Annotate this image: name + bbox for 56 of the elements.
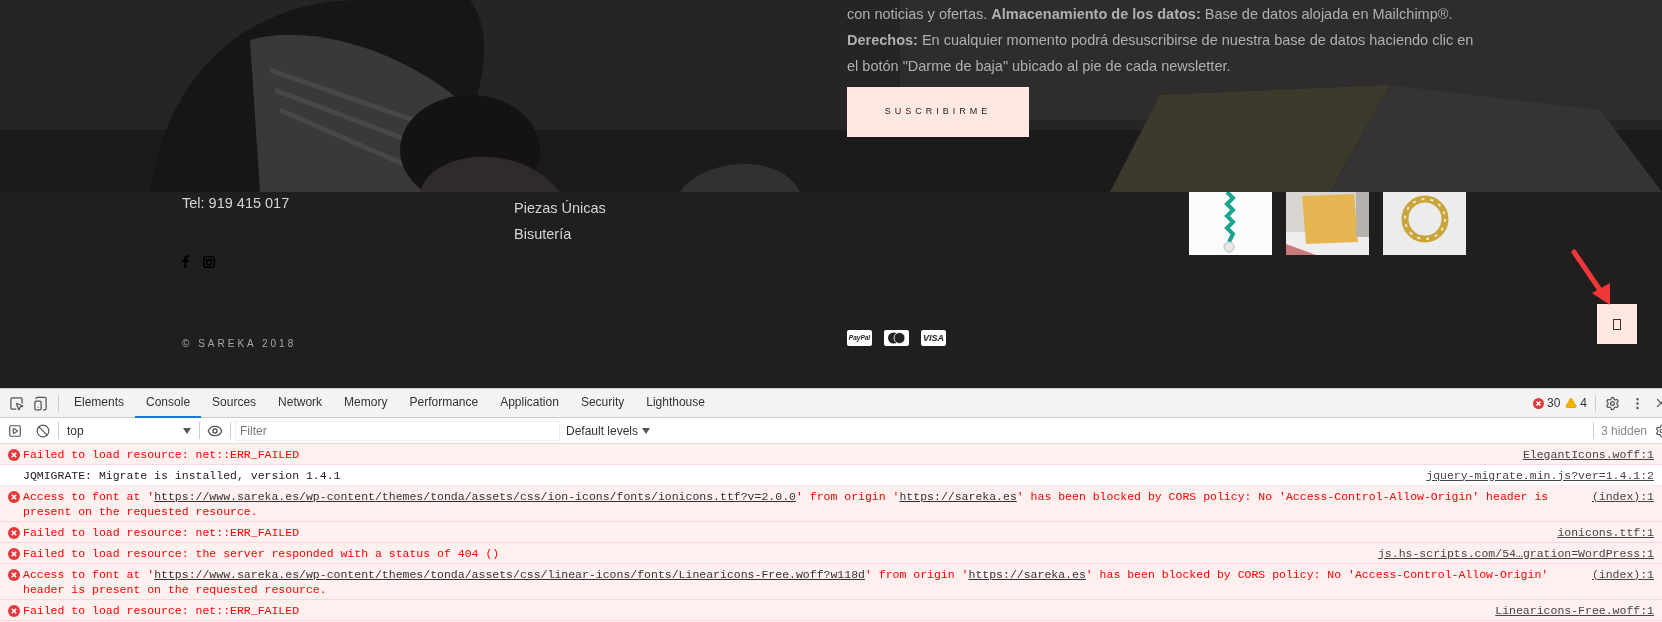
missing-glyph-icon	[1613, 318, 1621, 330]
devtools-tab[interactable]: Elements	[63, 389, 136, 418]
devtools-tab[interactable]: Network	[267, 389, 334, 418]
device-toolbar-icon[interactable]	[33, 395, 48, 411]
phone-number: Tel: 919 415 017	[182, 194, 290, 213]
source-link[interactable]: Linearicons-Free.woff:1	[1475, 602, 1654, 618]
warning-icon	[1565, 397, 1578, 409]
console-message: Failed to load resource: net::ERR_FAILED	[23, 524, 301, 540]
error-icon	[8, 547, 20, 560]
settings-icon[interactable]	[1605, 395, 1620, 411]
footer-link[interactable]: Piezas Únicas	[514, 195, 606, 221]
warning-count: 4	[1580, 395, 1587, 412]
error-icon	[8, 526, 20, 539]
console-message: Access to font at 'https://www.sareka.es/wp-content/themes/tonda/assets/css/linear-icons/fonts/Linearicons-Free.woff?w118d' from origin 'https://sareka.es' has been blocked by CORS policy: No 'Access-Control-Allow-Origin' header is present on the requested resource.	[23, 566, 1550, 597]
scroll-top-button[interactable]	[1597, 304, 1637, 344]
devtools-tab[interactable]: Security	[569, 389, 636, 418]
error-count: 30	[1546, 395, 1561, 412]
inspect-icon[interactable]	[9, 395, 24, 411]
footer-link[interactable]: Bisutería	[514, 221, 572, 247]
message-link[interactable]: https://www.sareka.es/wp-content/themes/tonda/assets/css/linear-icons/fonts/Linearicons-Free.woff?w118d	[154, 567, 865, 581]
filter-field[interactable]: Filter	[235, 420, 560, 441]
devtools-tab[interactable]: Lighthouse	[635, 389, 716, 418]
console-message: Failed to load resource: net::ERR_FAILED	[23, 602, 301, 618]
message-link[interactable]: https://sareka.es	[968, 567, 1086, 581]
message-link[interactable]: https://www.sareka.es/wp-content/themes/tonda/assets/css/ion-icons/fonts/ionicons.ttf?v=2.0.0	[154, 489, 796, 503]
visa-logo: VISA	[921, 330, 946, 346]
devtools-tab[interactable]: Application	[489, 389, 570, 418]
devtools-tab[interactable]: Console	[135, 389, 202, 418]
message-link[interactable]: https://sareka.es	[899, 489, 1017, 503]
hidden-count: 3 hidden	[1600, 422, 1647, 440]
source-link[interactable]: jquery-migrate.min.js?ver=1.4.1:2	[1406, 467, 1654, 483]
console-message: Failed to load resource: the server responded with a status of 404 ()	[23, 545, 501, 561]
source-link[interactable]: ElegantIcons.woff:1	[1502, 446, 1654, 462]
source-link[interactable]: (index):1	[1571, 566, 1654, 582]
log-levels-dropdown[interactable]: Default levels	[566, 420, 651, 441]
devtools-tab[interactable]: Memory	[333, 389, 399, 418]
source-link[interactable]: js.hs-scripts.com/54…gration=WordPress:1	[1357, 545, 1654, 561]
error-icon	[1532, 397, 1544, 409]
devtools-tab[interactable]: Sources	[201, 389, 268, 418]
error-icon	[8, 604, 20, 617]
clear-console-icon[interactable]	[36, 423, 50, 438]
sidebar-toggle-icon[interactable]	[8, 423, 22, 438]
console-message: JQMIGRATE: Migrate is installed, version 1.4.1	[23, 467, 342, 483]
console-message: Access to font at 'https://www.sareka.es/wp-content/themes/tonda/assets/css/ion-icons/fonts/ionicons.ttf?v=2.0.0' from origin 'https://sareka.es' has been blocked by CORS policy: No 'Access-Control-Allow-Origin' header is present on the requested resource.	[23, 488, 1550, 519]
source-link[interactable]: ionicons.ttf:1	[1537, 524, 1654, 540]
caret-icon	[183, 427, 191, 434]
devtools-tab[interactable]: Performance	[398, 389, 490, 418]
context-select[interactable]: top	[64, 420, 194, 441]
console-message: Failed to load resource: net::ERR_FAILED	[23, 446, 301, 462]
mastercard-logo	[884, 330, 909, 346]
error-icon	[8, 490, 20, 503]
copyright-text: © SAREKA 2018	[182, 337, 297, 351]
caret-icon	[642, 427, 651, 434]
source-link[interactable]: (index):1	[1571, 488, 1654, 504]
error-icon	[8, 448, 20, 461]
error-icon	[8, 568, 20, 581]
